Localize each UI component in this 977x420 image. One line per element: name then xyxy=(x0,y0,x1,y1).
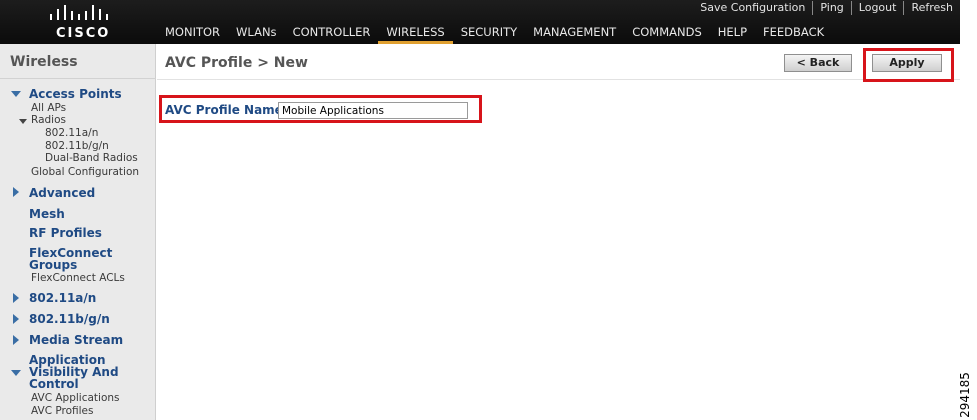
page-title: AVC Profile > New xyxy=(165,55,308,71)
cisco-logo: CISCO xyxy=(46,4,116,41)
sidebar: Wireless Access Points All APs Radios 80… xyxy=(0,44,156,420)
expand-down-icon[interactable] xyxy=(11,91,21,97)
sidebar-item-radio-80211bgn[interactable]: 802.11b/g/n xyxy=(45,140,109,152)
content-divider xyxy=(157,79,960,80)
sidebar-item-dual-band-radios[interactable]: Dual-Band Radios xyxy=(45,152,138,164)
sidebar-item-media-stream[interactable]: Media Stream xyxy=(29,333,123,347)
back-button[interactable]: < Back xyxy=(784,54,852,72)
app-root: CISCO Save Configuration Ping Logout Ref… xyxy=(0,0,977,420)
sidebar-item-radio-80211an[interactable]: 802.11a/n xyxy=(45,127,98,139)
expand-right-icon[interactable] xyxy=(13,335,19,345)
avc-profile-name-input[interactable] xyxy=(278,102,468,119)
expand-right-icon[interactable] xyxy=(13,293,19,303)
logout-link[interactable]: Logout xyxy=(850,1,904,15)
top-navigation-bar: CISCO Save Configuration Ping Logout Ref… xyxy=(0,0,960,44)
figure-number: 294185 xyxy=(958,372,972,418)
main-navigation: MONITOR WLANs CONTROLLER WIRELESS SECURI… xyxy=(157,25,832,44)
sidebar-item-access-points[interactable]: Access Points xyxy=(29,87,122,101)
expand-down-icon[interactable] xyxy=(11,370,21,376)
sidebar-item-all-aps[interactable]: All APs xyxy=(31,102,66,114)
sidebar-item-global-configuration[interactable]: Global Configuration xyxy=(31,166,139,178)
expand-down-icon[interactable] xyxy=(19,119,27,124)
sidebar-item-avc-profiles[interactable]: AVC Profiles xyxy=(31,405,93,417)
tab-security[interactable]: SECURITY xyxy=(453,25,525,44)
ping-link[interactable]: Ping xyxy=(812,1,850,15)
tab-monitor[interactable]: MONITOR xyxy=(157,25,228,44)
save-configuration-link[interactable]: Save Configuration xyxy=(693,1,812,15)
cisco-logo-text: CISCO xyxy=(56,26,111,41)
sidebar-item-rf-profiles[interactable]: RF Profiles xyxy=(29,226,102,240)
tab-commands[interactable]: COMMANDS xyxy=(624,25,710,44)
tab-controller[interactable]: CONTROLLER xyxy=(285,25,379,44)
sidebar-item-advanced[interactable]: Advanced xyxy=(29,186,95,200)
sidebar-item-80211an[interactable]: 802.11a/n xyxy=(29,291,96,305)
sidebar-title: Wireless xyxy=(10,54,78,70)
utility-navigation: Save Configuration Ping Logout Refresh xyxy=(693,1,960,15)
tab-wireless[interactable]: WIRELESS xyxy=(378,25,453,44)
apply-button[interactable]: Apply xyxy=(872,54,942,72)
sidebar-item-flexconnect-acls[interactable]: FlexConnect ACLs xyxy=(31,272,125,284)
expand-right-icon[interactable] xyxy=(13,187,19,197)
refresh-link[interactable]: Refresh xyxy=(903,1,960,15)
avc-profile-name-label: AVC Profile Name xyxy=(165,103,283,117)
tab-management[interactable]: MANAGEMENT xyxy=(525,25,624,44)
sidebar-item-mesh[interactable]: Mesh xyxy=(29,207,65,221)
sidebar-item-80211bgn[interactable]: 802.11b/g/n xyxy=(29,312,110,326)
tab-wlans[interactable]: WLANs xyxy=(228,25,285,44)
expand-right-icon[interactable] xyxy=(13,314,19,324)
tab-feedback[interactable]: FEEDBACK xyxy=(755,25,832,44)
cisco-bars-icon xyxy=(50,5,108,20)
sidebar-divider xyxy=(0,78,156,79)
sidebar-item-flexconnect-groups[interactable]: FlexConnect Groups xyxy=(29,247,119,271)
sidebar-item-application-visibility-and-control[interactable]: Application Visibility And Control xyxy=(29,354,124,390)
sidebar-item-avc-applications[interactable]: AVC Applications xyxy=(31,392,120,404)
sidebar-item-radios[interactable]: Radios xyxy=(31,114,66,126)
tab-help[interactable]: HELP xyxy=(710,25,755,44)
figure-number-text: 294185 xyxy=(958,372,972,418)
